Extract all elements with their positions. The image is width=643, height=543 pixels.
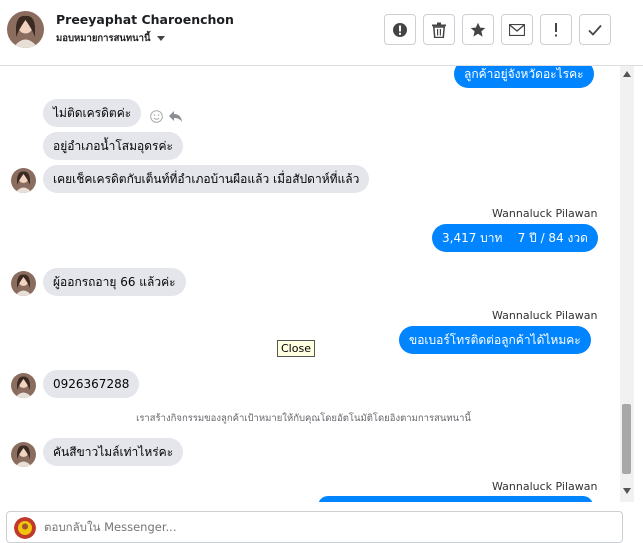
- contact-avatar-small: [11, 442, 36, 467]
- contact-avatar[interactable]: [7, 11, 44, 48]
- sender-name: Wannaluck Pilawan: [492, 309, 598, 322]
- composer: [0, 502, 643, 543]
- message-bubble-outgoing[interactable]: ขอเบอร์โทรติดต่อลูกค้าได้ไหมคะ: [399, 326, 591, 354]
- mark-spam-button[interactable]: [384, 14, 416, 45]
- envelope-icon: [509, 23, 525, 36]
- trash-icon: [432, 22, 446, 38]
- caret-down-icon: [156, 36, 165, 41]
- scroll-down-arrow-icon[interactable]: [623, 488, 631, 494]
- thread-scrollbar[interactable]: [620, 66, 634, 502]
- message-bubble-incoming[interactable]: คันสีขาวไมล์เท่าไหร่คะ: [43, 438, 184, 466]
- sender-name: Wannaluck Pilawan: [492, 480, 598, 493]
- delete-button[interactable]: [423, 14, 455, 45]
- assign-label: มอบหมายการสนทนานี้: [56, 33, 151, 44]
- message-actions: [150, 110, 183, 123]
- exclamation-icon: [555, 22, 557, 36]
- page-avatar: [14, 517, 36, 539]
- conversation-header: Preeyaphat Charoenchon มอบหมายการสนทนานี…: [0, 0, 643, 66]
- mark-done-button[interactable]: [579, 14, 611, 45]
- follow-up-button[interactable]: [540, 14, 572, 45]
- message-bubble-incoming[interactable]: อยู่อำเภอน้ำโสมอุดรค่ะ: [43, 132, 183, 160]
- star-icon: [470, 22, 486, 37]
- star-button[interactable]: [462, 14, 494, 45]
- exclamation-circle-icon: [393, 22, 407, 37]
- emoji-reaction-icon[interactable]: [150, 110, 163, 123]
- sender-name: Wannaluck Pilawan: [492, 207, 598, 220]
- scroll-up-arrow-icon[interactable]: [623, 71, 631, 77]
- system-notice: เราสร้างกิจกรรมของลูกค้าเป้าหมายให้กับคุ…: [136, 413, 471, 424]
- message-bubble-incoming[interactable]: ผู้ออกรถอายุ 66 แล้วค่ะ: [43, 268, 186, 296]
- message-bubble-outgoing[interactable]: 3,417 บาท 7 ปี / 84 งวด: [432, 224, 598, 252]
- conversation-toolbar: [384, 14, 611, 45]
- scrollbar-thumb[interactable]: [622, 404, 631, 474]
- contact-avatar-small: [11, 271, 36, 296]
- contact-name[interactable]: Preeyaphat Charoenchon: [56, 12, 234, 27]
- message-bubble-incoming[interactable]: ไม่ติดเครดิตค่ะ: [43, 99, 142, 127]
- message-bubble-incoming[interactable]: 0926367288: [43, 370, 140, 398]
- mark-unread-button[interactable]: [501, 14, 533, 45]
- contact-avatar-small: [11, 168, 36, 193]
- message-bubble-outgoing[interactable]: ลูกค้าอยู่จังหวัดอะไรคะ: [454, 66, 594, 88]
- check-icon: [588, 24, 602, 36]
- assign-conversation-dropdown[interactable]: มอบหมายการสนทนานี้: [56, 31, 165, 46]
- close-tooltip: Close: [277, 340, 315, 357]
- message-bubble-incoming[interactable]: เคยเช็คเครดิตกับเต็นท์ที่อำเภอบ้านผือแล้…: [43, 165, 370, 193]
- reply-icon[interactable]: [168, 110, 183, 123]
- reply-input[interactable]: [44, 517, 604, 537]
- message-thread[interactable]: ลูกค้าอยู่จังหวัดอะไรคะ ไม่ติดเครดิตค่ะ …: [0, 66, 620, 502]
- reply-box[interactable]: [6, 511, 623, 543]
- contact-avatar-small: [11, 373, 36, 398]
